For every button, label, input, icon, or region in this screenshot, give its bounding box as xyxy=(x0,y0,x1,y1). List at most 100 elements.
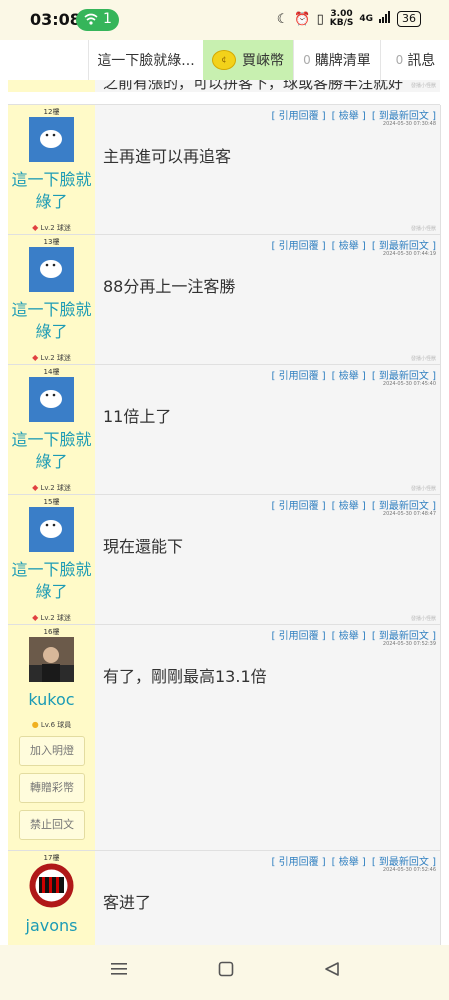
post-date: 2024-05-30 07:44:19 xyxy=(382,251,436,257)
previous-post-fragment: 之前有漲的，可以拼客下，球或客勝丰注就好 發播小怪獸 xyxy=(8,80,440,92)
system-icons: ☾ ⏰ ▯ 3.00 KB/S 4G 36 xyxy=(277,10,421,28)
quote-reply-link[interactable]: [ 引用回覆 ] xyxy=(271,111,325,122)
tab-messages[interactable]: 0 訊息 xyxy=(380,40,449,80)
level-icon: ● xyxy=(31,720,39,729)
post-signature: 發播小怪獸 xyxy=(410,226,436,232)
post-actions: [ 引用回覆 ][ 檢舉 ][ 到最新回文 ] xyxy=(265,367,436,382)
cart-count: 0 xyxy=(303,53,311,67)
buy-coins-label: 買崍幣 xyxy=(242,53,284,69)
post-actions: [ 引用回覆 ][ 檢舉 ][ 到最新回文 ] xyxy=(265,107,436,122)
username[interactable]: 這一下臉就綠了 xyxy=(8,559,95,603)
floor-number: 13樓 xyxy=(43,238,60,246)
thread-content: 之前有漲的，可以拼客下，球或客勝丰注就好 發播小怪獸 12樓 這一下臉就綠了 ◆… xyxy=(0,80,449,945)
level-icon: ◆ xyxy=(32,613,39,622)
user-level: ◆ Lv.2 球迷 xyxy=(32,483,71,492)
quote-reply-link[interactable]: [ 引用回覆 ] xyxy=(271,631,325,642)
tab-buy-coins[interactable]: ¢ 買崍幣 xyxy=(203,40,293,80)
post-date: 2024-05-30 07:48:47 xyxy=(382,511,436,517)
ban-reply-button[interactable]: 禁止回文 xyxy=(19,810,85,840)
avatar[interactable] xyxy=(29,117,74,162)
post-date: 2024-05-30 07:52:46 xyxy=(382,867,436,873)
floor-number: 15樓 xyxy=(43,498,60,506)
post-floor-16: 16樓 kukoc ● Lv.6 球員 加入明燈 轉贈彩幣 禁止回文 [ 引用回… xyxy=(8,624,441,851)
home-icon[interactable] xyxy=(218,961,234,982)
avatar[interactable] xyxy=(29,377,74,422)
hotspot-pill: 1 xyxy=(76,9,119,31)
avatar[interactable] xyxy=(29,863,74,908)
report-link[interactable]: [ 檢舉 ] xyxy=(332,111,366,122)
cart-label: 購牌清單 xyxy=(314,53,371,69)
avatar[interactable] xyxy=(29,247,74,292)
quote-reply-link[interactable]: [ 引用回覆 ] xyxy=(271,241,325,252)
post-message: 有了，剛剛最高13.1倍 xyxy=(103,667,267,686)
wifi-icon xyxy=(84,12,98,30)
floor-number: 16樓 xyxy=(43,628,60,636)
tab-thread-title[interactable]: 這一下臉就綠... xyxy=(88,40,203,80)
coin-icon: ¢ xyxy=(212,50,236,70)
avatar[interactable] xyxy=(29,507,74,552)
quote-reply-link[interactable]: [ 引用回覆 ] xyxy=(271,501,325,512)
post-actions: [ 引用回覆 ][ 檢舉 ][ 到最新回文 ] xyxy=(265,497,436,512)
user-level: ● Lv.6 球員 xyxy=(31,720,72,729)
report-link[interactable]: [ 檢舉 ] xyxy=(332,371,366,382)
username[interactable]: kukoc xyxy=(8,689,95,711)
status-bar: 03:08 1 ☾ ⏰ ▯ 3.00 KB/S 4G 36 xyxy=(0,0,449,40)
post-signature: 發播小怪獸 xyxy=(410,486,436,492)
floor-number: 17樓 xyxy=(43,854,60,862)
user-level: ◆ Lv.2 球迷 xyxy=(32,353,71,362)
report-link[interactable]: [ 檢舉 ] xyxy=(332,501,366,512)
username[interactable]: 這一下臉就綠了 xyxy=(8,429,95,473)
level-icon: ◆ xyxy=(32,353,39,362)
floor-number: 12樓 xyxy=(43,108,60,116)
back-icon[interactable] xyxy=(324,961,340,982)
username[interactable]: 這一下臉就綠了 xyxy=(8,169,95,213)
username[interactable]: javons xyxy=(8,915,95,937)
signal-icon xyxy=(379,11,391,27)
post-actions: [ 引用回覆 ][ 檢舉 ][ 到最新回文 ] xyxy=(265,627,436,642)
level-icon: ◆ xyxy=(32,223,39,232)
post-signature: 發播小怪獸 xyxy=(410,616,436,622)
tab-cart[interactable]: 0 購牌清單 xyxy=(293,40,380,80)
post-message: 88分再上一注客勝 xyxy=(103,277,236,296)
post-actions: [ 引用回覆 ][ 檢舉 ][ 到最新回文 ] xyxy=(265,853,436,868)
post-date: 2024-05-30 07:30:48 xyxy=(382,121,436,127)
system-nav-bar xyxy=(0,945,449,1000)
message-count: 0 xyxy=(395,53,404,67)
post-date: 2024-05-30 07:52:39 xyxy=(382,641,436,647)
post-floor-14: 14樓 這一下臉就綠了 ◆ Lv.2 球迷 [ 引用回覆 ][ 檢舉 ][ 到最… xyxy=(8,364,441,495)
post-message: 現在還能下 xyxy=(103,537,184,556)
floor-number: 14樓 xyxy=(43,368,60,376)
post-message: 之前有漲的，可以拼客下，球或客勝丰注就好 xyxy=(103,80,404,92)
report-link[interactable]: [ 檢舉 ] xyxy=(332,241,366,252)
report-link[interactable]: [ 檢舉 ] xyxy=(332,631,366,642)
moon-icon: ☾ xyxy=(276,11,289,27)
post-floor-15: 15樓 這一下臉就綠了 ◆ Lv.2 球迷 [ 引用回覆 ][ 檢舉 ][ 到最… xyxy=(8,494,441,625)
network-type: 4G xyxy=(359,14,373,24)
report-link[interactable]: [ 檢舉 ] xyxy=(332,857,366,868)
battery-indicator: 36 xyxy=(397,11,421,27)
thread-title: 這一下臉就綠... xyxy=(97,53,195,69)
gift-coins-button[interactable]: 轉贈彩幣 xyxy=(19,773,85,803)
network-speed: 3.00 KB/S xyxy=(329,9,354,28)
quote-reply-link[interactable]: [ 引用回覆 ] xyxy=(271,857,325,868)
post-actions: [ 引用回覆 ][ 檢舉 ][ 到最新回文 ] xyxy=(265,237,436,252)
user-level: ◆ Lv.2 球迷 xyxy=(32,223,71,232)
recents-menu-icon[interactable] xyxy=(110,961,128,982)
avatar[interactable] xyxy=(29,637,74,682)
hotspot-count: 1 xyxy=(103,11,112,27)
post-date: 2024-05-30 07:45:40 xyxy=(382,381,436,387)
post-message: 主再進可以再追客 xyxy=(103,147,232,166)
level-icon: ◆ xyxy=(32,483,39,492)
clock: 03:08 xyxy=(30,10,81,29)
vibrate-icon: ▯ xyxy=(316,11,324,27)
post-signature: 發播小怪獸 xyxy=(410,356,436,362)
top-nav: 這一下臉就綠... ¢ 買崍幣 0 購牌清單 0 訊息 xyxy=(0,40,449,81)
quote-reply-link[interactable]: [ 引用回覆 ] xyxy=(271,371,325,382)
post-floor-12: 12樓 這一下臉就綠了 ◆ Lv.2 球迷 [ 引用回覆 ][ 檢舉 ][ 到最… xyxy=(8,104,441,235)
add-friend-button[interactable]: 加入明燈 xyxy=(19,736,85,766)
post-floor-17: 17樓 javons [ 引用回覆 ][ 檢舉 ][ 到最新回文 ] 2024-… xyxy=(8,850,441,945)
post-message: 客进了 xyxy=(103,893,152,912)
messages-label: 訊息 xyxy=(407,53,436,69)
username[interactable]: 這一下臉就綠了 xyxy=(8,299,95,343)
post-message: 11倍上了 xyxy=(103,407,172,426)
